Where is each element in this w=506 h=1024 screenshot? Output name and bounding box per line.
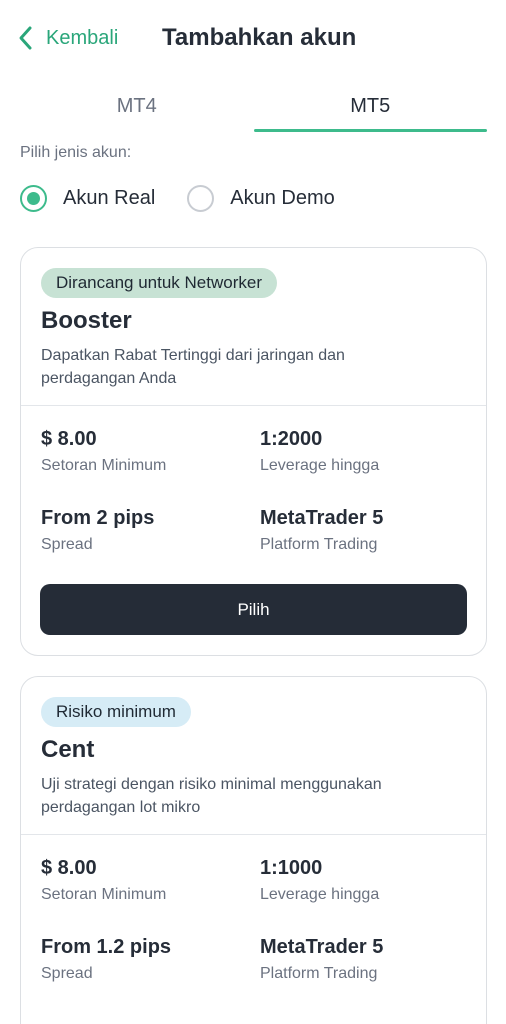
add-account-screen: Kembali Tambahkan akun MT4 MT5 Pilih jen… (0, 0, 506, 1024)
card-tag: Dirancang untuk Networker (41, 268, 277, 298)
plan-name: Cent (41, 736, 95, 763)
stat-spread: From 1.2 pips Spread (41, 934, 241, 984)
stat-value: From 1.2 pips (41, 936, 172, 958)
radio-selected-icon (20, 184, 47, 212)
radio-akun-real[interactable]: Akun Real (20, 184, 156, 212)
account-card-booster: Dirancang untuk Networker Booster Dapatk… (20, 247, 487, 656)
stat-min-deposit: $ 8.00 Setoran Minimum (41, 426, 241, 476)
back-button[interactable]: Kembali (16, 22, 118, 54)
select-booster-button[interactable]: Pilih (40, 584, 467, 635)
radio-label-real: Akun Real (63, 186, 156, 209)
radio-dot (27, 191, 40, 205)
card-tag: Risiko minimum (41, 697, 191, 727)
chevron-left-icon (19, 26, 32, 50)
stat-platform: MetaTrader 5 Platform Trading (260, 934, 460, 984)
stat-value: 1:1000 (260, 857, 323, 879)
stat-platform: MetaTrader 5 Platform Trading (260, 505, 460, 555)
back-label: Kembali (46, 26, 119, 49)
stat-label: Platform Trading (260, 536, 378, 553)
stat-value: 1:2000 (260, 428, 323, 450)
stat-value: MetaTrader 5 (260, 936, 384, 958)
card-header: Dirancang untuk Networker Booster Dapatk… (21, 248, 486, 406)
stat-label: Leverage hingga (260, 457, 380, 474)
page-title: Tambahkan akun (162, 24, 357, 51)
card-header: Risiko minimum Cent Uji strategi dengan … (21, 677, 486, 835)
stat-leverage: 1:1000 Leverage hingga (260, 855, 460, 905)
stat-label: Spread (41, 536, 93, 553)
radio-unselected-icon (187, 184, 215, 212)
card-stats: $ 8.00 Setoran Minimum 1:1000 Leverage h… (21, 835, 486, 995)
stat-value: MetaTrader 5 (260, 507, 384, 529)
account-type-label: Pilih jenis akun: (20, 144, 132, 161)
account-card-cent: Risiko minimum Cent Uji strategi dengan … (20, 676, 487, 1024)
tab-mt5[interactable]: MT5 (253, 88, 488, 132)
stat-leverage: 1:2000 Leverage hingga (260, 426, 460, 476)
stat-spread: From 2 pips Spread (41, 505, 241, 555)
stat-value: $ 8.00 (41, 857, 97, 879)
stat-label: Setoran Minimum (41, 457, 167, 474)
platform-tabs: MT4 MT5 (20, 88, 487, 132)
stat-label: Platform Trading (260, 965, 378, 982)
stat-label: Spread (41, 965, 93, 982)
plan-name: Booster (41, 307, 132, 334)
tab-mt4[interactable]: MT4 (20, 88, 254, 132)
plan-description: Uji strategi dengan risiko minimal mengg… (41, 776, 382, 816)
stat-label: Setoran Minimum (41, 886, 167, 903)
plan-description: Dapatkan Rabat Tertinggi dari jaringan d… (41, 347, 345, 387)
radio-label-demo: Akun Demo (230, 186, 335, 209)
stat-value: From 2 pips (41, 507, 155, 529)
header: Kembali Tambahkan akun (0, 0, 506, 76)
card-stats: $ 8.00 Setoran Minimum 1:2000 Leverage h… (21, 406, 486, 566)
radio-akun-demo[interactable]: Akun Demo (187, 184, 335, 212)
stat-value: $ 8.00 (41, 428, 97, 450)
account-type-options: Akun Real Akun Demo (20, 182, 367, 214)
stat-label: Leverage hingga (260, 886, 380, 903)
stat-min-deposit: $ 8.00 Setoran Minimum (41, 855, 241, 905)
